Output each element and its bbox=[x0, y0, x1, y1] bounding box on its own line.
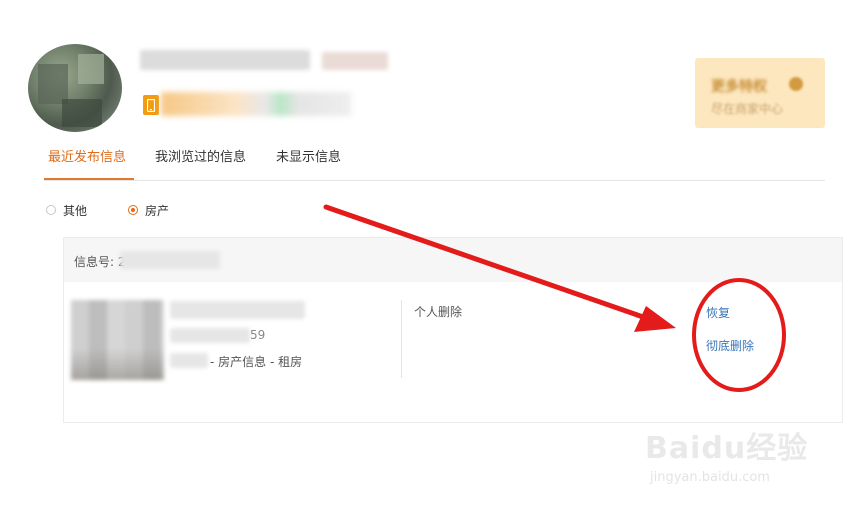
filter-other-label[interactable]: 其他 bbox=[63, 202, 87, 219]
avatar bbox=[28, 44, 122, 132]
delete-permanently-link[interactable]: 彻底删除 bbox=[706, 337, 754, 354]
filter-other-radio[interactable] bbox=[46, 205, 56, 215]
column-divider bbox=[401, 300, 402, 378]
tab-hidden[interactable]: 未显示信息 bbox=[276, 146, 341, 165]
tab-recent-posts[interactable]: 最近发布信息 bbox=[48, 146, 126, 165]
tab-browsed[interactable]: 我浏览过的信息 bbox=[155, 146, 246, 165]
info-number-blurred bbox=[120, 251, 220, 269]
baidu-watermark-url: jingyan.baidu.com bbox=[650, 470, 770, 485]
phone-icon bbox=[143, 95, 159, 115]
merchant-center-promo[interactable]: 更多特权 尽在商家中心 bbox=[695, 58, 825, 128]
phone-number-blurred bbox=[161, 92, 351, 116]
listing-title-blurred[interactable] bbox=[170, 301, 305, 319]
username-blurred bbox=[140, 50, 310, 70]
baidu-watermark: Baidu经验 bbox=[645, 431, 809, 466]
listing-thumbnail[interactable] bbox=[71, 300, 164, 380]
filter-house-label[interactable]: 房产 bbox=[145, 202, 169, 219]
filter-house-radio[interactable] bbox=[128, 205, 138, 215]
listing-category-path: - 房产信息 - 租房 bbox=[210, 355, 303, 369]
restore-link[interactable]: 恢复 bbox=[706, 304, 730, 321]
user-badge-blurred bbox=[322, 52, 388, 70]
listing-date-suffix: 59 bbox=[250, 328, 266, 342]
listing-date-blurred bbox=[170, 328, 250, 343]
listing-status: 个人删除 bbox=[414, 305, 463, 319]
tabs-divider bbox=[44, 180, 825, 181]
promo-arrow-icon bbox=[789, 77, 803, 91]
promo-title: 更多特权 bbox=[711, 79, 767, 95]
promo-subtitle: 尽在商家中心 bbox=[711, 102, 784, 116]
listing-location-blurred bbox=[170, 353, 208, 368]
